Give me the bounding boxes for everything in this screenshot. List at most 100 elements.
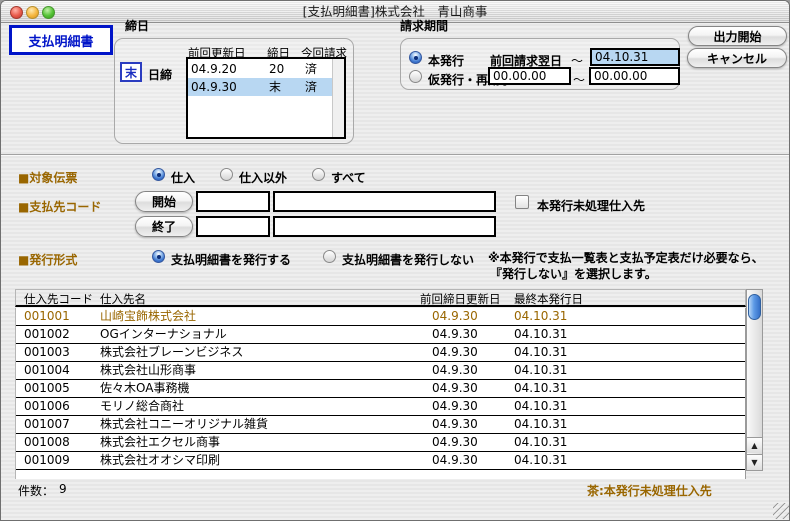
col-supplier-code: 仕入先コード [24,291,93,307]
cell-name: 株式会社エクセル商事 [100,434,220,451]
cell-prev: 04.9.30 [432,344,478,361]
table-row[interactable]: 001003 株式会社ブレーンビジネス 04.9.30 04.10.31 [16,344,745,362]
radio-all[interactable] [312,168,325,181]
col-supplier-name: 仕入先名 [100,291,146,307]
table-row[interactable]: 001009株式会社オオシマ印刷04.9.3004.10.31 [16,452,745,470]
unprocessed-payee-checkbox[interactable] [515,195,529,209]
temp-end-date-field[interactable] [589,67,680,85]
zoom-icon[interactable] [42,6,55,19]
target-slip-label: ■対象伝票 [18,169,77,186]
cell-name: 山崎宝飾株式会社 [100,308,196,325]
radio-issue-statement-label: 支払明細書を発行する [171,251,291,268]
table-row[interactable]: 001002OGインターナショナル04.9.3004.10.31 [16,326,745,344]
cell-prev: 04.9.30 [432,434,478,451]
minimize-icon[interactable] [26,6,39,19]
payee-end-name-field[interactable] [273,216,496,237]
close-icon[interactable] [10,6,23,19]
closing-list-scrollbar[interactable] [332,59,344,137]
payee-code-label: ■支払先コード [18,198,101,215]
cell-prev: 04.9.30 [432,416,478,433]
radio-no-issue-statement[interactable] [323,250,336,263]
table-scrollbar[interactable]: ▲ ▼ [746,289,763,471]
cell-last: 04.10.31 [514,380,567,397]
table-row[interactable]: 001005佐々木OA事務機04.9.3004.10.31 [16,380,745,398]
count-value: 9 [59,482,67,496]
cell-billed: 済 [305,78,317,96]
list-item[interactable]: 04.9.20 20 済 [188,60,332,78]
radio-main-issue-label: 本発行 [428,52,464,69]
col-prev-closing-update: 前回締日更新日 [420,291,501,307]
payee-start-button[interactable]: 開始 [135,191,193,212]
radio-purchase[interactable] [152,168,165,181]
unprocessed-payee-checkbox-label: 本発行未処理仕入先 [537,197,645,214]
cell-name: モリノ総合商社 [100,398,184,415]
table-row[interactable]: 001008株式会社エクセル商事04.9.3004.10.31 [16,434,745,452]
payee-end-code-field[interactable] [196,216,270,237]
cell-code: 001002 [24,326,70,343]
main-end-date-field[interactable] [590,48,680,66]
issue-format-note-line1: ※本発行で支払一覧表と支払予定表だけ必要なら、 [488,249,764,266]
screen-title-badge: 支払明細書 [9,25,113,55]
title-bar: [支払明細書]株式会社 青山商事 [1,1,789,23]
payee-start-name-field[interactable] [273,191,496,212]
closing-day-field[interactable] [120,62,142,82]
cell-day: 末 [269,78,281,96]
payee-start-code-field[interactable] [196,191,270,212]
cell-day: 20 [269,60,284,78]
cell-last: 04.10.31 [514,416,567,433]
radio-non-purchase[interactable] [220,168,233,181]
cell-name: 株式会社オオシマ印刷 [100,452,220,469]
resize-handle-icon[interactable] [773,503,789,519]
cell-name: 株式会社コニーオリジナル雑貨 [100,416,268,433]
brown-legend: 茶:本発行未処理仕入先 [587,482,712,499]
cell-last: 04.10.31 [514,344,567,361]
cell-prev: 04.9.30 [432,308,478,325]
closing-group-label: 締日 [125,17,149,34]
cell-prev: 04.9.30 [432,452,478,469]
radio-no-issue-statement-label: 支払明細書を発行しない [342,251,474,268]
cell-code: 001008 [24,434,70,451]
cell-updated: 04.9.20 [191,60,237,78]
scrollbar-thumb[interactable] [748,294,761,320]
table-header: 仕入先コード 仕入先名 前回締日更新日 最終本発行日 [15,289,746,307]
table-row[interactable]: 001007 株式会社コニーオリジナル雑貨 04.9.30 04.10.31 [16,416,745,434]
cell-billed: 済 [305,60,317,78]
cell-prev: 04.9.30 [432,326,478,343]
radio-non-purchase-label: 仕入以外 [239,169,287,186]
issue-format-label: ■発行形式 [18,251,77,268]
list-item-selected[interactable]: 04.9.30 末 済 [188,78,332,96]
radio-main-issue[interactable] [409,51,422,64]
cell-last: 04.10.31 [514,308,567,325]
cell-prev: 04.9.30 [432,380,478,397]
cell-name: 佐々木OA事務機 [100,380,189,397]
scroll-down-icon[interactable]: ▼ [747,454,762,470]
cancel-button[interactable]: キャンセル [687,48,787,68]
count-label: 件数： [18,482,54,499]
table-row[interactable]: 001004 株式会社山形商事 04.9.30 04.10.31 [16,362,745,380]
cell-code: 001009 [24,452,70,469]
col-last-main-issue: 最終本発行日 [514,291,583,307]
output-start-button[interactable]: 出力開始 [688,26,787,46]
radio-purchase-label: 仕入 [171,169,195,186]
table-row[interactable]: 001006モリノ総合商社04.9.3004.10.31 [16,398,745,416]
cell-last: 04.10.31 [514,362,567,379]
cell-code: 001003 [24,344,70,361]
cell-last: 04.10.31 [514,326,567,343]
radio-issue-statement[interactable] [152,250,165,263]
tilde-main: ～ [571,52,583,69]
cell-name: 株式会社ブレーンビジネス [100,344,243,361]
radio-temp-issue[interactable] [409,70,422,83]
payee-end-button[interactable]: 終了 [135,216,193,237]
payment-statement-window: [支払明細書]株式会社 青山商事 支払明細書 締日 日締 前回更新日 締日 今回… [0,0,790,521]
window-title: [支払明細書]株式会社 青山商事 [1,1,789,22]
table-body: 001001山崎宝飾株式会社04.9.3004.10.31001002OGインタ… [15,308,746,479]
cell-prev: 04.9.30 [432,362,478,379]
cell-name: 株式会社山形商事 [100,362,196,379]
cell-code: 001007 [24,416,70,433]
cell-code: 001004 [24,362,70,379]
table-row[interactable]: 001001山崎宝飾株式会社04.9.3004.10.31 [16,308,745,326]
cell-last: 04.10.31 [514,398,567,415]
scroll-up-icon[interactable]: ▲ [747,437,762,453]
temp-start-date-field[interactable] [488,67,571,85]
section-divider [1,154,789,156]
